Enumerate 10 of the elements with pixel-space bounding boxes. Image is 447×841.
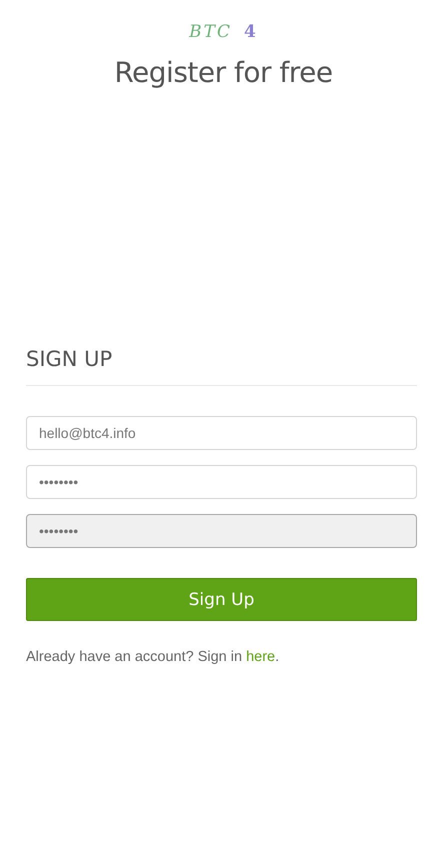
input-field[interactable]: •••••••• bbox=[26, 514, 417, 548]
input-field[interactable]: hello@btc4.info bbox=[26, 416, 417, 450]
page-title: Register for free bbox=[114, 56, 333, 89]
form-heading: SIGN UP bbox=[26, 347, 417, 386]
sign-up-button[interactable]: Sign Up bbox=[26, 578, 417, 621]
logo-text: BTC bbox=[189, 22, 232, 42]
sign-in-link[interactable]: here bbox=[246, 649, 276, 665]
sign-in-prompt: Already have an account? Sign in here. bbox=[26, 649, 280, 665]
input-field[interactable]: •••••••• bbox=[26, 465, 417, 499]
logo-mark: 4 bbox=[244, 22, 258, 42]
